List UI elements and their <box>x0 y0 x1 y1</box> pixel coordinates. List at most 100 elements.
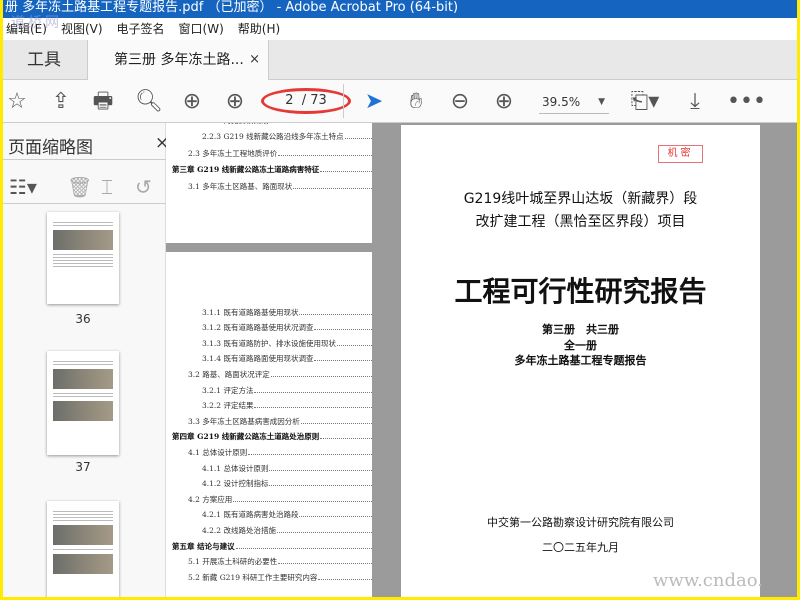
toc-entry[interactable]: 3.1.4 既有道路路面使用现状调查 <box>166 349 372 365</box>
page-number-field[interactable]: 2 / 73 <box>261 88 351 114</box>
toc-entry[interactable]: 第三章 G219 线新藏公路冻土道路病害特征 <box>166 159 372 176</box>
toc-entry[interactable]: 第四章 G219 线新藏公路冻土道路处治原则 <box>166 427 372 443</box>
toc-entry[interactable]: 2.3 多年冻土工程地质评价 <box>166 142 372 159</box>
project-line-2: 改扩建工程（黑恰至区界段）项目 <box>475 214 686 230</box>
organization: 中交第一公路勘察设计研究院有限公司 <box>487 516 674 529</box>
toc-entry-text: 2.3 多年冻土工程地质评价 <box>188 148 278 158</box>
toc-entry-text: 3.1 多年冻土区路基、路面现状 <box>188 181 293 191</box>
toc-entry-text: 4.2.2 改线路处治措施 <box>202 525 276 535</box>
toc-leader <box>248 453 372 455</box>
toc-entry-text: 5.2 新藏 G219 科研工作主要研究内容 <box>188 572 318 582</box>
menu-esign[interactable]: 电子签名 <box>117 18 165 40</box>
toc-entry[interactable]: 4.1.2 设计控制指标 <box>166 474 372 490</box>
zoom-in-icon[interactable]: ⊕ <box>490 88 518 116</box>
toc-leader <box>254 391 372 393</box>
thumbnail-page-36[interactable] <box>47 212 119 304</box>
toc-leader <box>300 422 372 424</box>
zoom-value: 39.5% <box>542 95 581 109</box>
toc-leader <box>336 344 372 346</box>
tab-tools[interactable]: 工具 <box>3 40 85 80</box>
print-icon[interactable]: 🖶 <box>89 88 117 116</box>
toc-entry[interactable]: 4.2 方案应用 <box>166 489 372 505</box>
cloud-upload-icon[interactable]: ⇪ <box>47 88 75 116</box>
toc-entry[interactable]: 3.1.2 既有道路路基使用状况调查 <box>166 318 372 334</box>
toc-entry[interactable]: 5.2 新藏 G219 科研工作主要研究内容 <box>166 567 372 583</box>
toc-entry-text: 3.2 路基、路面状况评定 <box>188 369 270 379</box>
divider <box>343 84 344 118</box>
rotate-icon[interactable]: ↺ <box>135 175 152 199</box>
panel-title: 页面缩略图 <box>8 138 93 158</box>
toc-entry[interactable]: 4.1 总体设计原则 <box>166 442 372 458</box>
scrollbar[interactable] <box>766 125 797 597</box>
document-viewport[interactable]: 2.2.2 阿克赛钦湖段 2.2.3 G219 线新藏公路沿线多年冻土特点 2.3 … <box>166 123 797 597</box>
toc-entry-text: 第五章 结论与建议 <box>172 541 235 551</box>
divider <box>3 159 166 160</box>
toc-entry[interactable]: 3.1.3 既有道路防护、排水设施使用现状 <box>166 333 372 349</box>
toc-leader <box>344 138 372 139</box>
toolbar: ☆ ⇪ 🖶 🔍︎ ⊕ ⊕ 2 / 73 ➤ ✋︎ ⊖ ⊕ 39.5% ▼ ⎗▾ ⤓… <box>3 80 797 123</box>
page-up-icon[interactable]: ⊕ <box>178 88 206 116</box>
toc-entry[interactable]: 3.2 路基、路面状况评定 <box>166 364 372 380</box>
thumbnail-page-38[interactable] <box>47 501 119 597</box>
trash-icon[interactable]: 🗑︎ <box>67 175 92 199</box>
toc-entry[interactable]: 第五章 结论与建议 <box>166 536 372 552</box>
toc-entry[interactable]: 3.2.2 评定结果 <box>166 396 372 412</box>
toc-entry-text: 4.2 方案应用 <box>188 494 233 504</box>
toc-leader <box>233 500 372 502</box>
toc-entry[interactable]: 3.2.1 评定方法 <box>166 380 372 396</box>
thumbnail-options-icon[interactable]: ☷▾ <box>9 175 37 199</box>
page-down-icon[interactable]: ⊕ <box>221 88 249 116</box>
toc-entry-text: 3.1.4 既有道路路面使用现状调查 <box>202 354 314 364</box>
toc-page-bottom: 3.1.1 既有道路路基使用现状 3.1.2 既有道路路基使用状况调查 3.1.3 … <box>166 252 372 597</box>
toc-entry[interactable]: 2.2.3 G219 线新藏公路沿线多年冻土特点 <box>166 126 372 143</box>
hand-icon[interactable]: ✋︎ <box>402 88 430 116</box>
toc-entry[interactable]: 3.3 多年冻土区路基病害成因分析 <box>166 411 372 427</box>
zoom-out-icon[interactable]: ⊖ <box>446 88 474 116</box>
toc-entry[interactable]: 3.1 多年冻土区路基、路面现状 <box>166 175 372 192</box>
toc-entry-text: 2.2.3 G219 线新藏公路沿线多年冻土特点 <box>202 132 344 141</box>
toc-entry[interactable]: 4.2.2 改线路处治措施 <box>166 520 372 536</box>
toc-entry-text: 3.2.1 评定方法 <box>202 385 254 395</box>
current-page-input[interactable]: 2 <box>285 93 293 108</box>
toc-entry[interactable]: 4.2.1 既有道路病害处治路段 <box>166 505 372 521</box>
toc-leader <box>270 375 372 377</box>
star-icon[interactable]: ☆ <box>3 88 31 116</box>
zoom-search-icon[interactable]: 🔍︎ <box>135 88 163 116</box>
zoom-select[interactable]: 39.5% ▼ <box>539 92 609 114</box>
toc-leader <box>314 329 372 331</box>
toc-entry-text: 3.2.2 评定结果 <box>202 401 254 411</box>
thumbnail-page-37[interactable] <box>47 351 119 455</box>
toc-leader <box>299 516 372 518</box>
confidential-stamp: 机密 <box>658 145 703 163</box>
tab-document-label: 第三册 多年冻土路... <box>114 52 244 68</box>
toc-entry-text: 4.1 总体设计原则 <box>188 447 248 457</box>
menu-view[interactable]: 视图(V) <box>61 18 103 40</box>
acrobat-window: 册 多年冻土路基工程专题报告.pdf （已加密） - Adobe Acrobat… <box>3 0 797 597</box>
volume: 第三册 共三册 <box>542 323 619 336</box>
toc-leader <box>278 563 372 565</box>
tab-document[interactable]: 第三册 多年冻土路... × <box>87 40 269 81</box>
toc-leader <box>235 547 372 549</box>
toc-entry[interactable]: 3.1.1 既有道路路基使用现状 <box>166 302 372 318</box>
insert-page-icon[interactable]: ⌶ <box>101 175 113 199</box>
toc-entry[interactable]: 4.1.1 总体设计原则 <box>166 458 372 474</box>
select-arrow-icon[interactable]: ➤ <box>360 88 388 116</box>
toc-entry-text: 4.1.1 总体设计原则 <box>202 463 269 473</box>
toc-entry[interactable]: 5.1 开展冻土科研的必要性 <box>166 552 372 568</box>
toc-entry-text: 第四章 G219 线新藏公路冻土道路处治原则 <box>172 432 320 442</box>
menu-help[interactable]: 帮助(H) <box>238 18 280 40</box>
divider <box>3 203 166 204</box>
title-bar: 册 多年冻土路基工程专题报告.pdf （已加密） - Adobe Acrobat… <box>3 0 797 18</box>
fit-page-icon[interactable]: ⎗▾ <box>627 88 663 116</box>
close-tab-icon[interactable]: × <box>249 40 260 80</box>
more-icon[interactable]: ••• <box>727 88 766 116</box>
scroll-mode-icon[interactable]: ⤓ <box>681 88 709 116</box>
menu-window[interactable]: 窗口(W) <box>179 18 224 40</box>
toc-entry-text: 3.3 多年冻土区路基病害成因分析 <box>188 416 300 426</box>
toc-leader <box>254 407 372 409</box>
toc-entry-text: 4.2.1 既有道路病害处治路段 <box>202 510 299 520</box>
toc-leader <box>269 485 372 487</box>
cover-page: 机密 G219线叶城至界山达坂（新藏界）段 改扩建工程（黑恰至区界段）项目 工程… <box>401 125 760 597</box>
total-pages: / 73 <box>301 93 327 108</box>
toc-page-top: 2.2.2 阿克赛钦湖段 2.2.3 G219 线新藏公路沿线多年冻土特点 2.3 … <box>166 123 372 243</box>
